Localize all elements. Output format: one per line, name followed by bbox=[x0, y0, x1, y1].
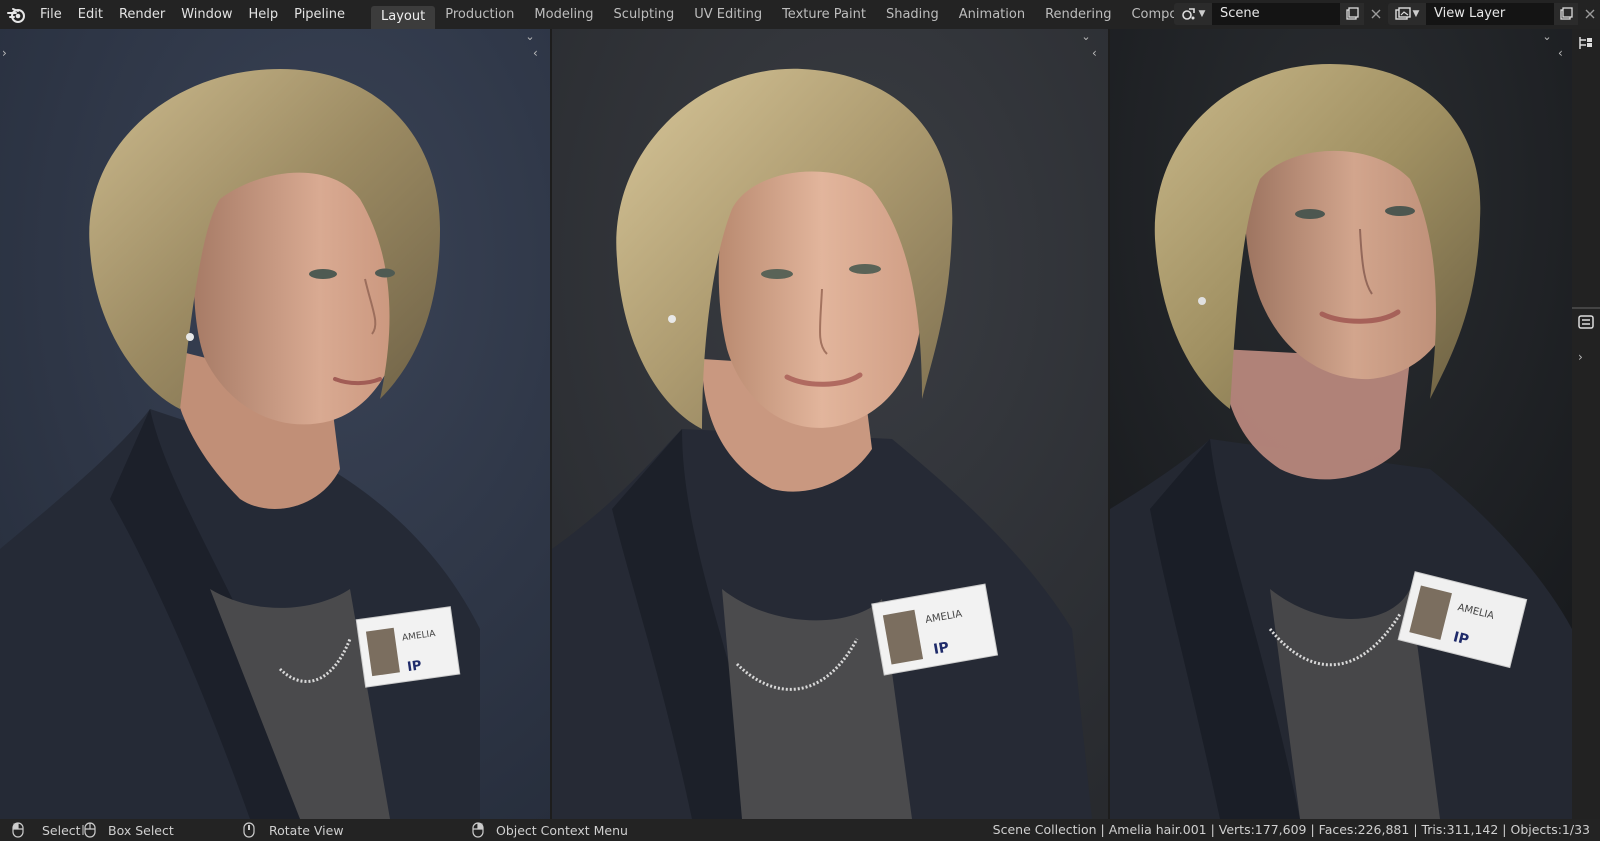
menu-file[interactable]: File bbox=[32, 4, 70, 26]
menu-window[interactable]: Window bbox=[173, 4, 240, 26]
chevron-down-icon[interactable]: ⌄ bbox=[523, 31, 537, 43]
view-layer-selector: ▼ View Layer bbox=[1388, 3, 1600, 25]
mouse-drag-icon bbox=[82, 822, 96, 838]
rotate-view-label: Rotate View bbox=[269, 822, 344, 838]
badge-logo: IP bbox=[932, 639, 950, 657]
select-label: Select bbox=[42, 822, 81, 838]
viewport-center[interactable]: AMELIA IP › ‹ ⌄ bbox=[552, 29, 1108, 819]
outliner-icon[interactable] bbox=[1578, 35, 1594, 55]
context-menu-hint: Object Context Menu bbox=[472, 822, 628, 838]
render-view-right: AMELIA IP bbox=[1110, 29, 1572, 819]
mouse-middle-icon bbox=[243, 822, 255, 838]
chevron-left-icon[interactable]: ‹ bbox=[1092, 47, 1097, 59]
menu-edit[interactable]: Edit bbox=[70, 4, 111, 26]
id-badge: AMELIA IP bbox=[355, 606, 461, 688]
properties-icon[interactable] bbox=[1578, 314, 1594, 334]
new-scene-icon[interactable] bbox=[1340, 3, 1364, 25]
chevron-left-icon[interactable]: ‹ bbox=[1558, 47, 1563, 59]
chevron-right-icon[interactable]: › bbox=[1578, 351, 1583, 363]
scene-statistics: Scene Collection | Amelia hair.001 | Ver… bbox=[992, 822, 1590, 837]
mouse-left-icon bbox=[12, 822, 24, 838]
chevron-down-icon[interactable]: ⌄ bbox=[1540, 31, 1554, 43]
tab-shading[interactable]: Shading bbox=[876, 4, 949, 26]
menu-help[interactable]: Help bbox=[241, 4, 287, 26]
chevron-down-icon[interactable]: ⌄ bbox=[1079, 31, 1093, 43]
menu-pipeline[interactable]: Pipeline bbox=[286, 4, 353, 26]
tab-texture-paint[interactable]: Texture Paint bbox=[772, 4, 876, 26]
tab-animation[interactable]: Animation bbox=[949, 4, 1035, 26]
scene-selector: ▼ Scene bbox=[1174, 3, 1388, 25]
menu-render[interactable]: Render bbox=[111, 4, 173, 26]
chevron-right-icon[interactable]: › bbox=[2, 47, 7, 59]
select-hint: Select bbox=[12, 822, 81, 838]
tab-uv-editing[interactable]: UV Editing bbox=[684, 4, 772, 26]
render-view-left: AMELIA IP bbox=[0, 29, 550, 819]
chevron-down-icon: ▼ bbox=[1198, 9, 1206, 19]
viewport-left[interactable]: AMELIA IP › ‹ ⌄ bbox=[0, 29, 550, 819]
render-view-center: AMELIA IP bbox=[552, 29, 1108, 819]
box-select-label: Box Select bbox=[108, 822, 174, 838]
rotate-view-hint: Rotate View bbox=[243, 822, 344, 838]
top-bar: File Edit Render Window Help Pipeline La… bbox=[0, 0, 1600, 29]
tab-sculpting[interactable]: Sculpting bbox=[604, 4, 685, 26]
mouse-right-icon bbox=[472, 822, 484, 838]
tab-modeling[interactable]: Modeling bbox=[524, 4, 603, 26]
box-select-hint: Box Select bbox=[82, 822, 174, 838]
badge-logo: IP bbox=[406, 658, 422, 675]
new-view-layer-icon[interactable] bbox=[1554, 3, 1578, 25]
close-icon[interactable] bbox=[1364, 3, 1388, 25]
editor-divider[interactable] bbox=[1572, 307, 1600, 309]
tab-production[interactable]: Production bbox=[435, 4, 524, 26]
scene-name-field[interactable]: Scene bbox=[1212, 3, 1340, 25]
blender-logo-icon[interactable] bbox=[2, 0, 32, 29]
scene-icon[interactable]: ▼ bbox=[1174, 3, 1212, 25]
viewport-right[interactable]: AMELIA IP › ‹ ⌄ bbox=[1110, 29, 1572, 819]
tab-layout[interactable]: Layout bbox=[371, 6, 436, 29]
chevron-down-icon: ▼ bbox=[1412, 9, 1420, 19]
side-editor-strip: › bbox=[1572, 29, 1600, 819]
view-layer-icon[interactable]: ▼ bbox=[1388, 3, 1426, 25]
chevron-left-icon[interactable]: ‹ bbox=[533, 47, 538, 59]
main-menu: File Edit Render Window Help Pipeline bbox=[32, 4, 353, 26]
view-layer-name-field[interactable]: View Layer bbox=[1426, 3, 1554, 25]
tab-rendering[interactable]: Rendering bbox=[1035, 4, 1121, 26]
status-bar: Select Box Select Rotate View Object Con… bbox=[0, 819, 1600, 841]
context-menu-label: Object Context Menu bbox=[496, 822, 628, 838]
workspace-tabs: Layout Production Modeling Sculpting UV … bbox=[371, 0, 1261, 29]
close-icon[interactable] bbox=[1578, 3, 1600, 25]
